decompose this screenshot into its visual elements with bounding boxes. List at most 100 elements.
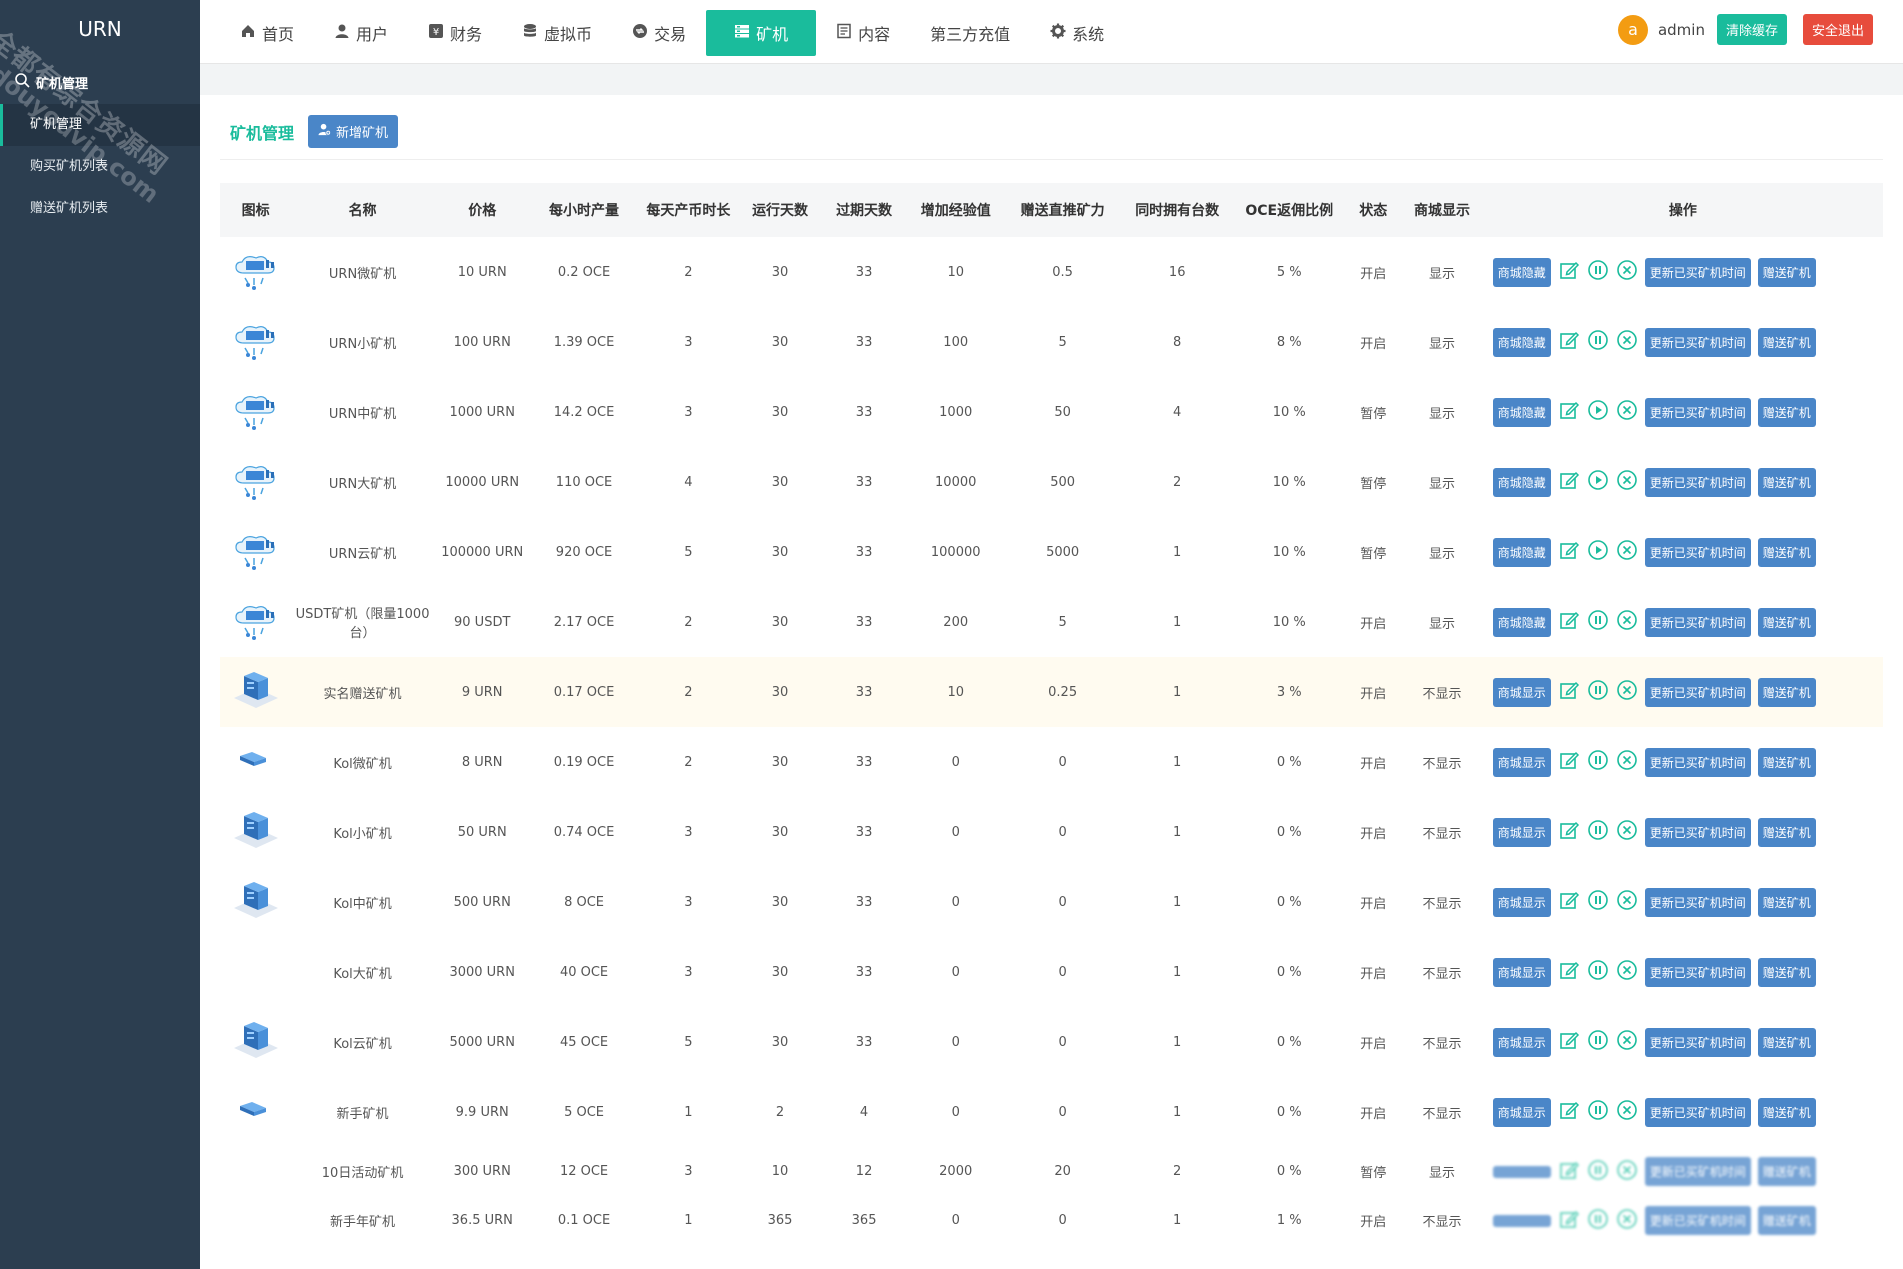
logout-button[interactable]: 安全退出 (1802, 14, 1873, 45)
edit-icon[interactable] (1558, 1208, 1580, 1234)
update-purchased-time-button[interactable]: 更新已买矿机时间 (1644, 747, 1751, 777)
shop-visibility-button[interactable]: 商城显示 (1492, 957, 1551, 987)
pause-icon[interactable] (1587, 329, 1609, 355)
delete-icon[interactable] (1616, 1099, 1638, 1125)
sidebar-item-gifted-miners[interactable]: 赠送矿机列表 (0, 188, 200, 230)
update-purchased-time-button[interactable]: 更新已买矿机时间 (1644, 887, 1751, 917)
gift-miner-button[interactable]: 赠送矿机 (1757, 607, 1816, 637)
gift-miner-button[interactable]: 赠送矿机 (1757, 1097, 1816, 1127)
nav-content[interactable]: 内容 (816, 10, 910, 56)
edit-icon[interactable] (1558, 1099, 1580, 1125)
edit-icon[interactable] (1558, 1029, 1580, 1055)
edit-icon[interactable] (1558, 469, 1580, 495)
pause-icon[interactable] (1587, 819, 1609, 845)
shop-visibility-button[interactable]: 商城显示 (1492, 817, 1551, 847)
delete-icon[interactable] (1616, 749, 1638, 775)
delete-icon[interactable] (1616, 469, 1638, 495)
update-purchased-time-button[interactable]: 更新已买矿机时间 (1644, 327, 1751, 357)
gift-miner-button[interactable]: 赠送矿机 (1757, 1206, 1816, 1235)
nav-crypto[interactable]: 虚拟币 (502, 10, 612, 56)
clear-cache-button[interactable]: 清除缓存 (1716, 14, 1787, 45)
nav-third-party-recharge[interactable]: 第三方充值 (910, 10, 1030, 56)
shop-visibility-button[interactable]: 商城显示 (1492, 747, 1551, 777)
play-icon[interactable] (1587, 469, 1609, 495)
update-purchased-time-button[interactable]: 更新已买矿机时间 (1644, 677, 1751, 707)
sidebar-section-header[interactable]: 矿机管理 (0, 60, 200, 104)
delete-icon[interactable] (1616, 959, 1638, 985)
pause-icon[interactable] (1587, 1159, 1609, 1185)
shop-visibility-button[interactable]: 商城显示 (1492, 1027, 1551, 1057)
pause-icon[interactable] (1587, 959, 1609, 985)
pause-icon[interactable] (1587, 259, 1609, 285)
shop-visibility-button[interactable]: 商城显示 (1492, 1097, 1551, 1127)
edit-icon[interactable] (1558, 539, 1580, 565)
gift-miner-button[interactable]: 赠送矿机 (1757, 397, 1816, 427)
pause-icon[interactable] (1587, 889, 1609, 915)
pause-icon[interactable] (1587, 609, 1609, 635)
delete-icon[interactable] (1616, 1208, 1638, 1234)
shop-visibility-button[interactable]: 商城显示 (1492, 677, 1551, 707)
update-purchased-time-button[interactable]: 更新已买矿机时间 (1644, 817, 1751, 847)
shop-visibility-button[interactable]: 商城隐藏 (1492, 257, 1551, 287)
update-purchased-time-button[interactable]: 更新已买矿机时间 (1644, 957, 1751, 987)
pause-icon[interactable] (1587, 1029, 1609, 1055)
play-icon[interactable] (1587, 399, 1609, 425)
delete-icon[interactable] (1616, 889, 1638, 915)
update-purchased-time-button[interactable]: 更新已买矿机时间 (1644, 1097, 1751, 1127)
edit-icon[interactable] (1558, 959, 1580, 985)
shop-visibility-button[interactable]: 商城隐藏 (1492, 397, 1551, 427)
delete-icon[interactable] (1616, 329, 1638, 355)
gift-miner-button[interactable]: 赠送矿机 (1757, 1157, 1816, 1186)
delete-icon[interactable] (1616, 399, 1638, 425)
delete-icon[interactable] (1616, 609, 1638, 635)
gift-miner-button[interactable]: 赠送矿机 (1757, 677, 1816, 707)
username[interactable]: admin (1658, 21, 1705, 39)
edit-icon[interactable] (1558, 889, 1580, 915)
shop-visibility-button[interactable] (1492, 1165, 1551, 1178)
update-purchased-time-button[interactable]: 更新已买矿机时间 (1644, 257, 1751, 287)
update-purchased-time-button[interactable]: 更新已买矿机时间 (1644, 537, 1751, 567)
pause-icon[interactable] (1587, 1208, 1609, 1234)
shop-visibility-button[interactable]: 商城显示 (1492, 887, 1551, 917)
update-purchased-time-button[interactable]: 更新已买矿机时间 (1644, 397, 1751, 427)
edit-icon[interactable] (1558, 329, 1580, 355)
delete-icon[interactable] (1616, 1029, 1638, 1055)
gift-miner-button[interactable]: 赠送矿机 (1757, 1027, 1816, 1057)
edit-icon[interactable] (1558, 819, 1580, 845)
update-purchased-time-button[interactable]: 更新已买矿机时间 (1644, 607, 1751, 637)
pause-icon[interactable] (1587, 1099, 1609, 1125)
play-icon[interactable] (1587, 539, 1609, 565)
sidebar-item-miner-manage[interactable]: 矿机管理 (0, 104, 200, 146)
edit-icon[interactable] (1558, 399, 1580, 425)
update-purchased-time-button[interactable]: 更新已买矿机时间 (1644, 1206, 1751, 1235)
shop-visibility-button[interactable]: 商城隐藏 (1492, 537, 1551, 567)
delete-icon[interactable] (1616, 819, 1638, 845)
nav-miners[interactable]: 矿机 (706, 10, 817, 56)
shop-visibility-button[interactable] (1492, 1214, 1551, 1227)
add-miner-button[interactable]: 新增矿机 (308, 115, 399, 148)
delete-icon[interactable] (1616, 539, 1638, 565)
edit-icon[interactable] (1558, 679, 1580, 705)
pause-icon[interactable] (1587, 679, 1609, 705)
avatar[interactable]: a (1617, 14, 1648, 45)
gift-miner-button[interactable]: 赠送矿机 (1757, 817, 1816, 847)
gift-miner-button[interactable]: 赠送矿机 (1757, 747, 1816, 777)
update-purchased-time-button[interactable]: 更新已买矿机时间 (1644, 1157, 1751, 1186)
gift-miner-button[interactable]: 赠送矿机 (1757, 327, 1816, 357)
update-purchased-time-button[interactable]: 更新已买矿机时间 (1644, 467, 1751, 497)
nav-home[interactable]: 首页 (220, 10, 314, 56)
gift-miner-button[interactable]: 赠送矿机 (1757, 467, 1816, 497)
edit-icon[interactable] (1558, 259, 1580, 285)
edit-icon[interactable] (1558, 749, 1580, 775)
gift-miner-button[interactable]: 赠送矿机 (1757, 257, 1816, 287)
shop-visibility-button[interactable]: 商城隐藏 (1492, 467, 1551, 497)
update-purchased-time-button[interactable]: 更新已买矿机时间 (1644, 1027, 1751, 1057)
delete-icon[interactable] (1616, 1159, 1638, 1185)
pause-icon[interactable] (1587, 749, 1609, 775)
nav-finance[interactable]: ¥ 财务 (408, 10, 502, 56)
gift-miner-button[interactable]: 赠送矿机 (1757, 537, 1816, 567)
edit-icon[interactable] (1558, 609, 1580, 635)
delete-icon[interactable] (1616, 679, 1638, 705)
shop-visibility-button[interactable]: 商城隐藏 (1492, 327, 1551, 357)
nav-trade[interactable]: 交易 (612, 10, 706, 56)
